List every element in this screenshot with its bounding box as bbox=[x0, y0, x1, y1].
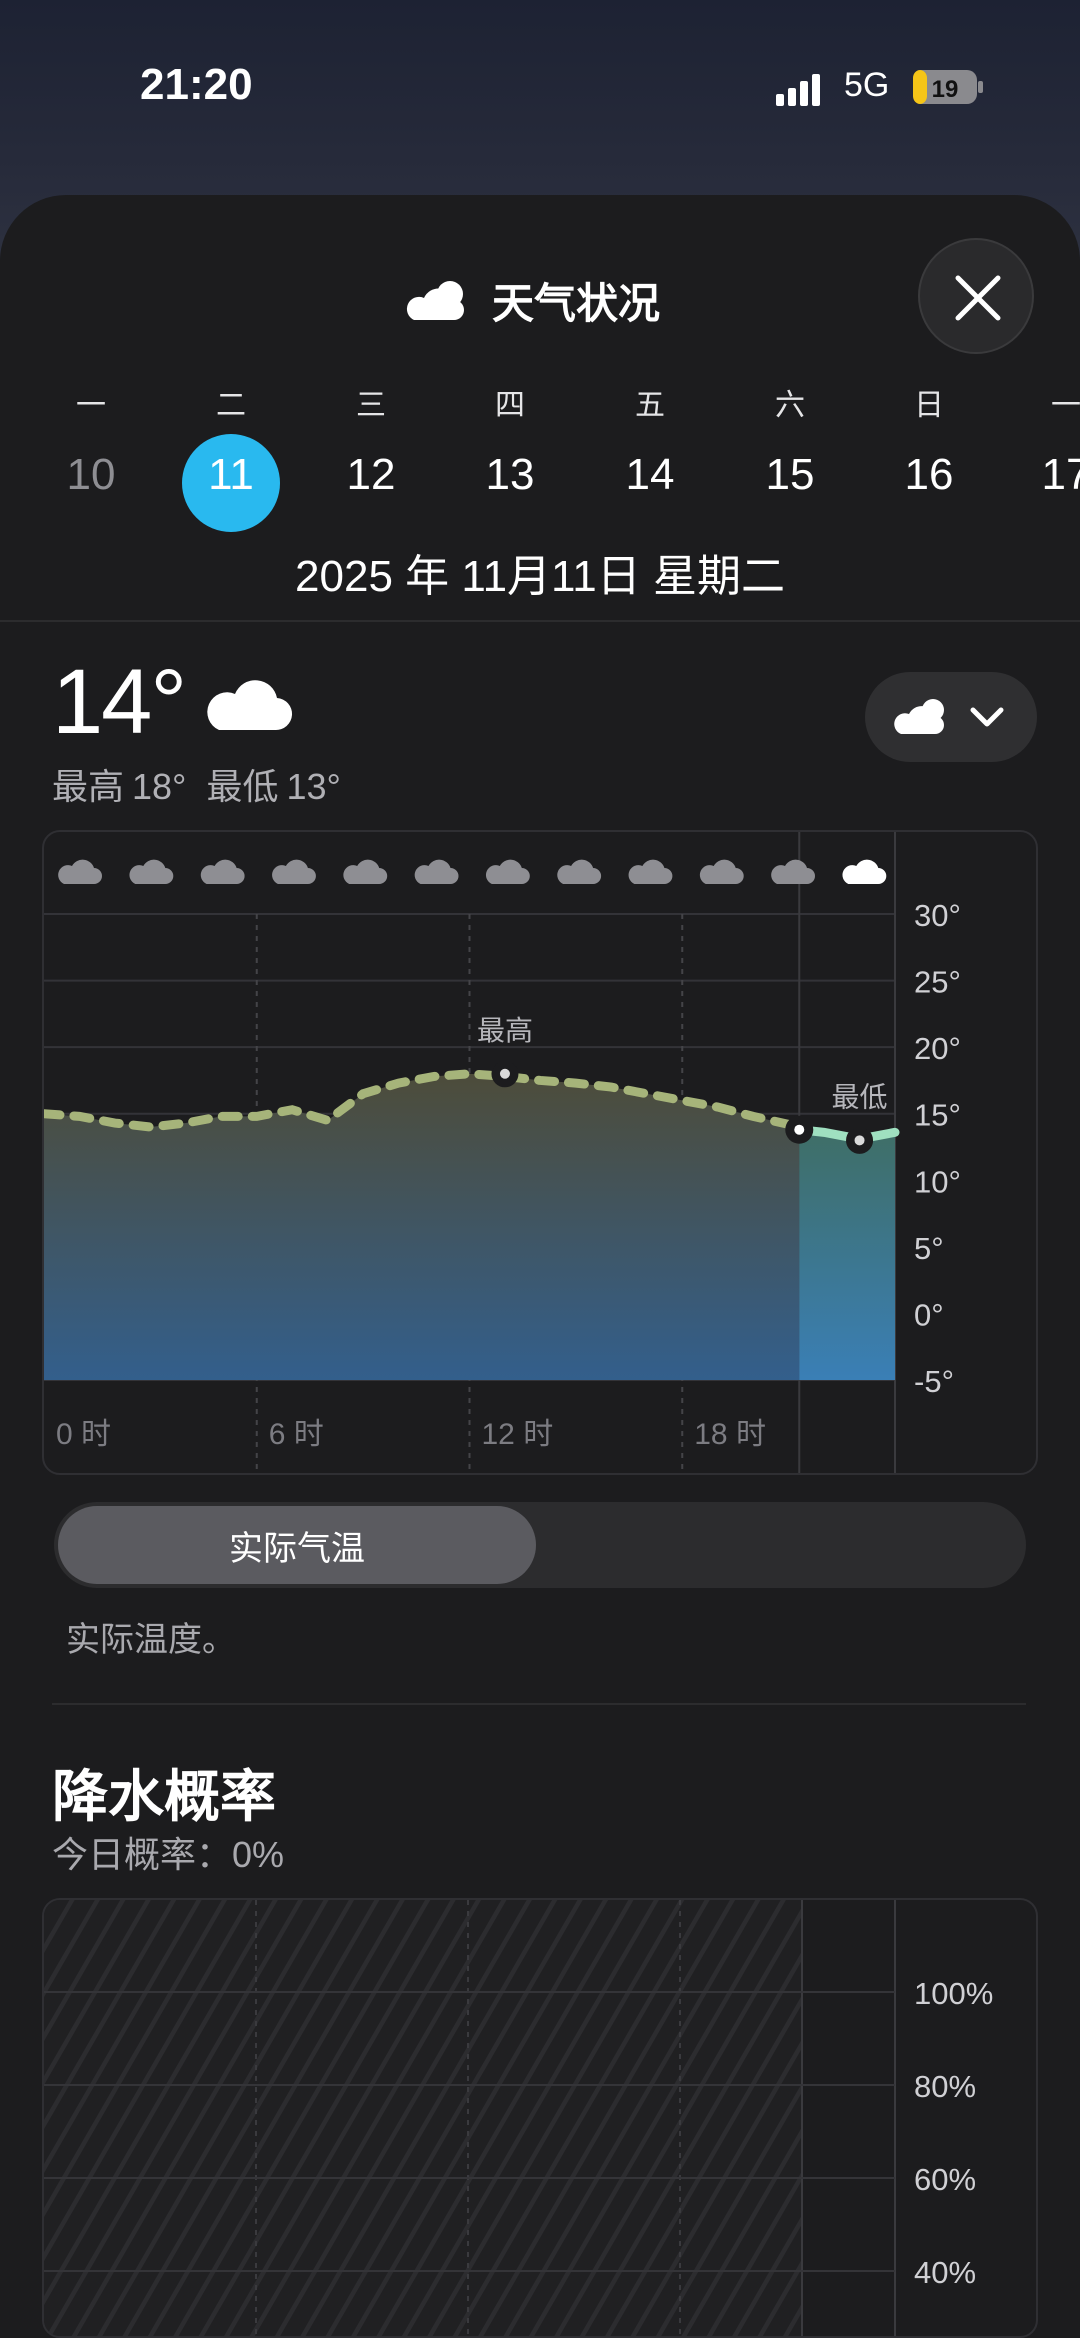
day-13[interactable]: 13 bbox=[460, 450, 560, 500]
divider bbox=[52, 1703, 1026, 1705]
y-tick-label: 60% bbox=[914, 2162, 976, 2197]
y-tick-label: 0° bbox=[914, 1297, 944, 1332]
weekday-label: 一 bbox=[76, 389, 106, 422]
x-tick-label: 12 时 bbox=[482, 1418, 554, 1451]
day-11-selected[interactable]: 11 bbox=[181, 450, 281, 500]
low-value: 13° bbox=[286, 766, 341, 807]
extreme-label: 最低 bbox=[832, 1081, 888, 1112]
cloud-icon bbox=[58, 859, 102, 884]
y-tick-label: 25° bbox=[914, 965, 961, 1000]
feels-like-option[interactable] bbox=[574, 1506, 1014, 1584]
high-low: 最高 18° 最低 13° bbox=[52, 758, 341, 810]
y-tick-label: 10° bbox=[914, 1164, 961, 1199]
precip-area bbox=[44, 1900, 802, 2336]
cloud-icon bbox=[842, 859, 887, 884]
y-tick-label: 20° bbox=[914, 1031, 961, 1066]
temperature-area-past bbox=[44, 1073, 800, 1380]
y-tick-label: -5° bbox=[914, 1364, 954, 1399]
chart-caption: 实际温度。 bbox=[66, 1621, 236, 1659]
day-12[interactable]: 12 bbox=[321, 450, 421, 500]
precip-subtitle: 今日概率：0% bbox=[52, 1834, 285, 1875]
day-10[interactable]: 10 bbox=[41, 450, 141, 500]
extreme-label: 最高 bbox=[477, 1015, 533, 1046]
battery-icon: 19 bbox=[913, 70, 983, 104]
sheet-header: 天气状况 bbox=[404, 272, 660, 328]
chevron-down-icon bbox=[970, 707, 1004, 727]
cloud-icon bbox=[894, 699, 944, 734]
full-date: 2025 年 11月11日 星期二 bbox=[295, 552, 785, 601]
cloud-icon bbox=[129, 859, 174, 884]
temperature-chart-svg: 30° 25° 20° 15° 10° 5° 0° -5° 0 时 6 时 12 时 18 时 最高最… bbox=[44, 832, 961, 1473]
battery-level: 19 bbox=[932, 76, 959, 103]
cloud-icon bbox=[485, 859, 530, 884]
weekday-label: 五 bbox=[635, 389, 665, 422]
y-tick-label: 80% bbox=[914, 2069, 976, 2104]
close-icon bbox=[955, 275, 1001, 321]
precip-chart: 100% 80% 60% 40% bbox=[42, 1898, 1038, 2338]
weekday-label: 日 bbox=[914, 389, 944, 422]
temperature-chart: 30° 25° 20° 15° 10° 5° 0° -5° 0 时 6 时 12 时 18 时 最高最… bbox=[42, 830, 1038, 1475]
y-tick-label: 30° bbox=[914, 898, 961, 933]
y-tick-label: 40% bbox=[914, 2255, 976, 2290]
day-15[interactable]: 15 bbox=[740, 450, 840, 500]
high-value: 18° bbox=[132, 766, 187, 807]
now-marker-dot bbox=[794, 1124, 805, 1135]
cloud-icon bbox=[406, 281, 464, 320]
cloud-icon bbox=[207, 680, 293, 731]
close-button[interactable] bbox=[918, 238, 1034, 354]
extreme-marker-dot bbox=[499, 1068, 510, 1079]
day-14[interactable]: 14 bbox=[600, 450, 700, 500]
status-time: 21:20 bbox=[140, 60, 253, 109]
day-16[interactable]: 16 bbox=[879, 450, 979, 500]
weekday-label: 一 bbox=[1051, 389, 1080, 422]
weekday-label: 三 bbox=[356, 389, 386, 422]
y-tick-label: 15° bbox=[914, 1098, 961, 1133]
cloud-icon bbox=[272, 859, 316, 884]
weekday-label: 四 bbox=[495, 389, 525, 422]
cloud-icon bbox=[628, 859, 673, 884]
divider bbox=[0, 620, 1080, 622]
condition-dropdown[interactable] bbox=[865, 672, 1037, 762]
x-tick-label: 18 时 bbox=[694, 1418, 766, 1451]
day-17[interactable]: 17 bbox=[1016, 450, 1080, 500]
status-bar: 21:20 5G 19 bbox=[0, 0, 1080, 180]
cloud-icon bbox=[414, 859, 459, 884]
temperature-type-toggle[interactable]: 实际气温 bbox=[54, 1502, 1026, 1588]
cloud-icon bbox=[200, 859, 245, 884]
precip-chart-svg: 100% 80% 60% 40% bbox=[44, 1900, 993, 2336]
y-tick-label: 100% bbox=[914, 1976, 993, 2011]
temperature-area-future bbox=[799, 1129, 895, 1380]
cloud-icon bbox=[699, 859, 744, 884]
precip-title: 降水概率 bbox=[52, 1765, 276, 1828]
weekday-label: 六 bbox=[775, 389, 805, 422]
cloud-icon bbox=[771, 859, 815, 884]
actual-temp-option[interactable]: 实际气温 bbox=[58, 1506, 536, 1584]
low-label: 最低 bbox=[206, 766, 279, 807]
weekday-label: 二 bbox=[216, 389, 246, 422]
current-temperature: 14° bbox=[52, 651, 187, 753]
high-label: 最高 bbox=[52, 766, 125, 807]
cloud-icon bbox=[557, 859, 602, 884]
extreme-marker-dot bbox=[854, 1135, 865, 1146]
x-tick-label: 6 时 bbox=[269, 1418, 324, 1451]
y-tick-label: 5° bbox=[914, 1231, 944, 1266]
sheet-title: 天气状况 bbox=[492, 279, 661, 327]
x-tick-label: 0 时 bbox=[56, 1418, 111, 1451]
cloud-icon bbox=[343, 859, 388, 884]
signal-icon bbox=[776, 74, 820, 106]
network-type: 5G bbox=[844, 66, 890, 104]
